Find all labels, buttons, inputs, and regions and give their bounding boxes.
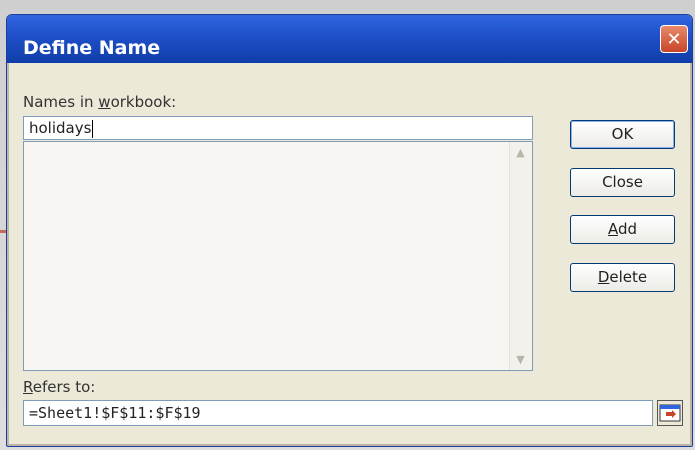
scroll-down-icon[interactable]: ▼	[512, 351, 529, 368]
name-input-value: holidays	[29, 119, 92, 137]
dialog-body: Names in workbook: holidays ▲ ▼ OK Close…	[7, 63, 692, 446]
ok-button[interactable]: OK	[570, 120, 675, 149]
delete-button[interactable]: Delete	[570, 263, 675, 292]
add-button[interactable]: Add	[570, 215, 675, 244]
collapse-dialog-button[interactable]	[657, 400, 683, 426]
define-name-dialog: Define Name ✕ Names in workbook: holiday…	[6, 14, 693, 447]
refers-to-label: Refers to:	[23, 378, 96, 396]
names-list-scrollbar[interactable]: ▲ ▼	[509, 142, 532, 370]
scroll-up-icon[interactable]: ▲	[512, 144, 529, 161]
collapse-dialog-icon	[659, 404, 681, 422]
names-in-workbook-label: Names in workbook:	[23, 93, 177, 111]
close-icon: ✕	[666, 28, 682, 50]
text-caret	[92, 119, 94, 138]
title-bar: Define Name ✕	[7, 15, 692, 63]
close-button[interactable]: Close	[570, 168, 675, 197]
dialog-title: Define Name	[23, 37, 161, 59]
close-window-button[interactable]: ✕	[660, 25, 688, 53]
refers-to-input[interactable]: =Sheet1!$F$11:$F$19	[23, 400, 653, 426]
name-input[interactable]: holidays	[23, 116, 533, 140]
names-list[interactable]: ▲ ▼	[23, 141, 533, 371]
